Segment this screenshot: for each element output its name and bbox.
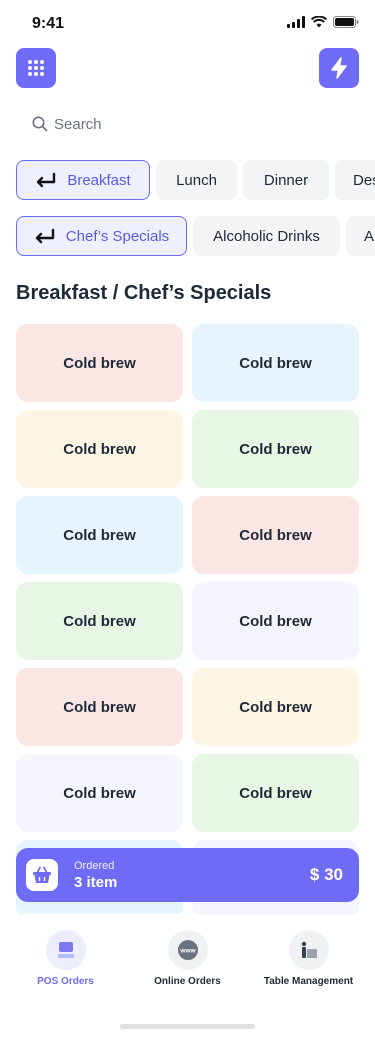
product-card[interactable]: Cold brew <box>16 668 183 746</box>
back-arrow-icon <box>35 228 54 244</box>
order-item-count: 3 item <box>74 873 118 891</box>
order-total: $ 30 <box>309 865 343 884</box>
chip-label: Alcoholic Drinks <box>213 227 320 245</box>
product-name: Cold brew <box>63 784 136 802</box>
nav-label: Table Management <box>263 976 354 987</box>
battery-icon <box>333 16 359 28</box>
search-icon <box>32 116 48 132</box>
chip-label: Desserts <box>353 171 375 189</box>
product-name: Cold brew <box>239 354 312 372</box>
product-card[interactable]: Cold brew <box>16 582 183 660</box>
section-title: Breakfast / Chef’s Specials <box>16 282 272 304</box>
chip-chefs-specials[interactable]: Chef’s Specials <box>16 216 187 256</box>
product-card[interactable]: Cold brew <box>192 754 359 832</box>
product-name: Cold brew <box>239 526 312 544</box>
chip-desserts[interactable]: Desserts <box>335 160 375 200</box>
search-bar[interactable] <box>16 104 359 144</box>
basket-icon-box <box>26 859 58 891</box>
chip-alcohol-free[interactable]: Alcohol-free <box>346 216 375 256</box>
table-icon <box>288 930 329 970</box>
lightning-icon <box>331 57 347 79</box>
svg-text:www: www <box>179 948 196 955</box>
order-label: Ordered <box>74 859 115 872</box>
globe-www-icon: www <box>167 930 208 970</box>
nav-label: Online Orders <box>154 976 221 987</box>
product-card[interactable]: Cold brew <box>16 754 183 832</box>
chip-label: Lunch <box>176 171 217 189</box>
home-indicator <box>120 1024 255 1029</box>
product-grid: Cold brew Cold brew Cold brew Cold brew … <box>16 324 359 914</box>
chip-breakfast[interactable]: Breakfast <box>16 160 150 200</box>
product-name: Cold brew <box>63 526 136 544</box>
back-arrow-icon <box>37 172 56 188</box>
product-name: Cold brew <box>239 612 312 630</box>
chip-label: Chef’s Specials <box>65 227 170 245</box>
nav-online-orders[interactable]: www Online Orders <box>125 930 250 987</box>
product-card[interactable]: Cold brew <box>16 410 183 488</box>
status-time: 9:41 <box>32 15 65 32</box>
chip-label: Dinner <box>263 171 309 189</box>
product-card[interactable]: Cold brew <box>16 324 183 402</box>
status-bar: 9:41 <box>0 0 375 48</box>
status-icons <box>287 16 359 28</box>
basket-icon <box>33 866 51 883</box>
product-name: Cold brew <box>239 784 312 802</box>
nav-pos-orders[interactable]: POS Orders <box>3 930 128 987</box>
product-card[interactable]: Cold brew <box>192 582 359 660</box>
signal-icon <box>287 16 305 28</box>
product-card[interactable]: Cold brew <box>16 496 183 574</box>
product-card[interactable]: Cold brew <box>192 668 359 746</box>
pos-icon <box>45 930 86 970</box>
product-card[interactable]: Cold brew <box>192 410 359 488</box>
order-info: Ordered 3 item <box>74 860 117 891</box>
search-input[interactable] <box>54 115 334 133</box>
grid-menu-icon <box>28 60 44 76</box>
subcategory-chips: Chef’s Specials Alcoholic Drinks Alcohol… <box>16 216 375 258</box>
chip-label: Alcohol-free <box>364 227 375 245</box>
wifi-icon <box>311 16 327 28</box>
bottom-nav: POS Orders www Online Orders Table Manag… <box>0 914 375 1042</box>
order-summary-bar[interactable]: Ordered 3 item $ 30 <box>16 848 359 902</box>
menu-button[interactable] <box>16 48 56 88</box>
product-name: Cold brew <box>63 698 136 716</box>
product-name: Cold brew <box>239 698 312 716</box>
category-chips: Breakfast Lunch Dinner Desserts <box>16 160 375 202</box>
chip-label: Breakfast <box>67 171 131 189</box>
chip-alcoholic-drinks[interactable]: Alcoholic Drinks <box>193 216 340 256</box>
quick-action-button[interactable] <box>319 48 359 88</box>
product-name: Cold brew <box>63 440 136 458</box>
product-card[interactable]: Cold brew <box>192 496 359 574</box>
product-card[interactable]: Cold brew <box>192 324 359 402</box>
chip-lunch[interactable]: Lunch <box>156 160 237 200</box>
nav-table-management[interactable]: Table Management <box>246 930 371 987</box>
nav-label: POS Orders <box>37 976 94 987</box>
product-name: Cold brew <box>63 612 136 630</box>
product-name: Cold brew <box>239 440 312 458</box>
product-name: Cold brew <box>63 354 136 372</box>
chip-dinner[interactable]: Dinner <box>243 160 329 200</box>
